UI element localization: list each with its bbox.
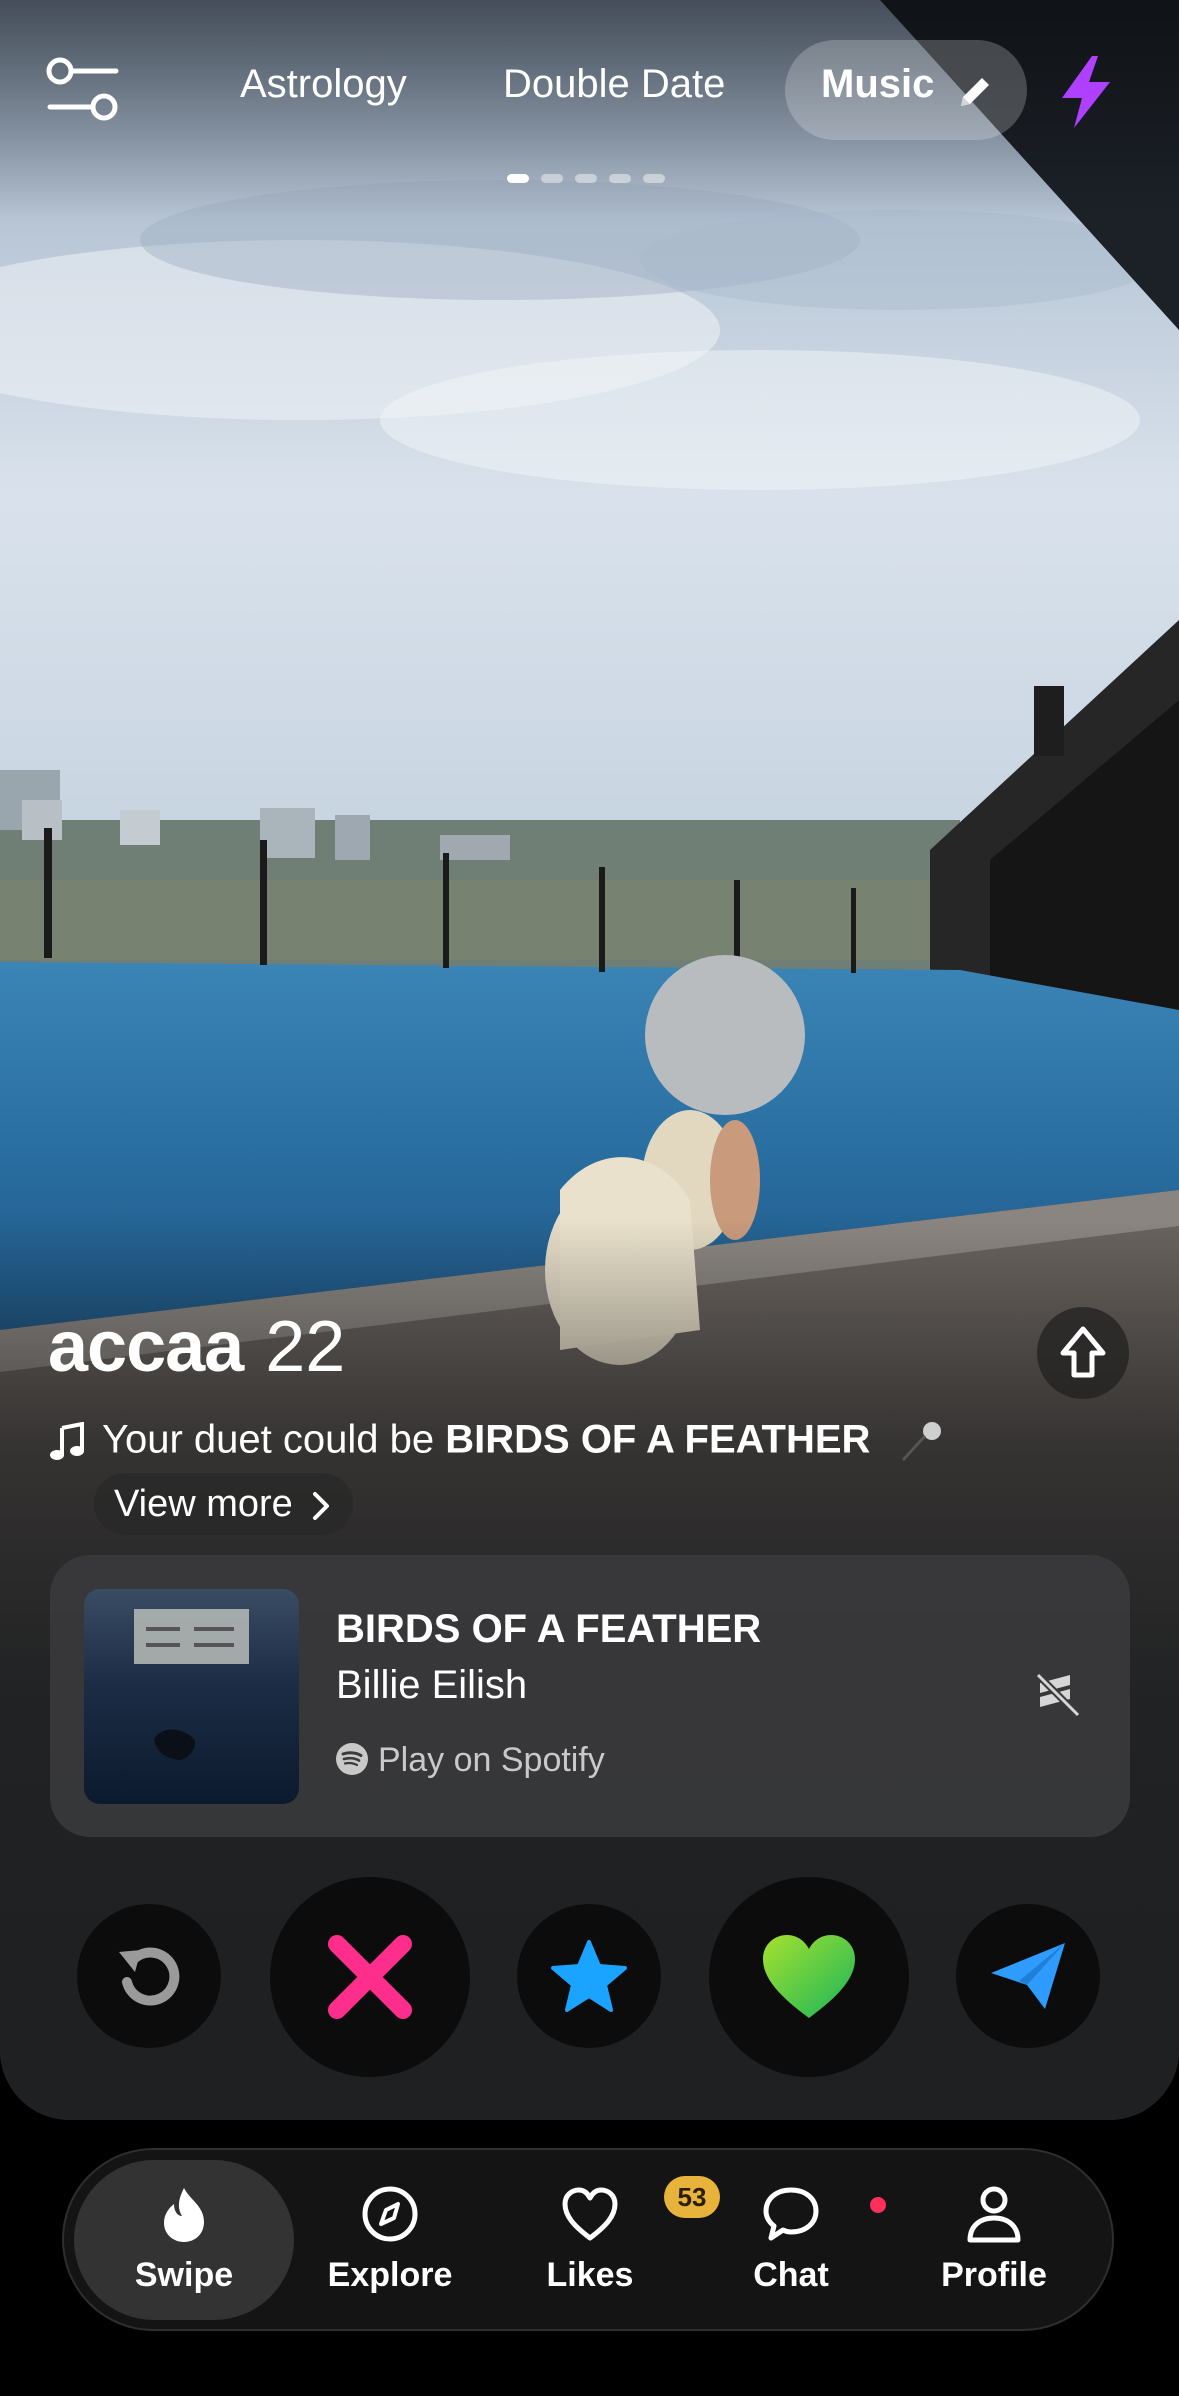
nav-profile-label: Profile [941, 2256, 1047, 2294]
music-note-icon [50, 1422, 84, 1460]
star-icon [551, 1940, 627, 2012]
nav-chat[interactable]: Chat [691, 2150, 891, 2333]
album-art [84, 1589, 299, 1804]
duet-song: BIRDS OF A FEATHER [445, 1417, 871, 1462]
arrow-up-icon [1060, 1326, 1106, 1378]
chevron-right-icon [312, 1491, 329, 1520]
song-title: BIRDS OF A FEATHER [336, 1607, 762, 1651]
nav-explore-label: Explore [327, 2256, 453, 2294]
tab-music-label: Music [821, 62, 935, 106]
view-more-button[interactable]: View more [94, 1473, 353, 1535]
spotify-label: Play on Spotify [378, 1741, 605, 1779]
tab-double-date[interactable]: Double Date [503, 62, 725, 107]
rewind-button[interactable] [77, 1904, 221, 2048]
nav-profile[interactable]: Profile [894, 2150, 1094, 2333]
pager-dot [609, 174, 631, 183]
tab-music[interactable]: Music [785, 40, 1027, 140]
person-icon [967, 2186, 1021, 2243]
super-like-button[interactable] [517, 1904, 661, 2048]
pager-dot-active [507, 174, 529, 183]
paper-plane-icon [991, 1943, 1065, 2009]
flame-icon [164, 2188, 204, 2242]
nav-explore[interactable]: Explore [290, 2150, 490, 2333]
filter-button[interactable] [44, 54, 124, 126]
nav-swipe[interactable]: Swipe [74, 2160, 294, 2320]
profile-card[interactable]: Astrology Double Date Music accaa 22 You… [0, 0, 1179, 2120]
bottom-nav: Swipe Explore Likes 53 Chat Profile [62, 2148, 1114, 2331]
play-on-spotify-link[interactable]: Play on Spotify [336, 1741, 605, 1785]
song-artist: Billie Eilish [336, 1663, 528, 1707]
heart-outline-icon [562, 2187, 618, 2241]
pager-dot [541, 174, 563, 183]
nav-chat-label: Chat [753, 2256, 829, 2294]
rewind-icon [119, 1947, 180, 2006]
nav-likes[interactable]: Likes [490, 2150, 690, 2333]
lightning-bolt-icon [1062, 56, 1110, 128]
expand-profile-button[interactable] [1037, 1307, 1129, 1399]
chat-bubble-icon [763, 2187, 819, 2241]
chat-notification-dot [867, 2194, 889, 2216]
like-button[interactable] [709, 1877, 909, 2077]
sliders-icon [46, 57, 119, 121]
nav-likes-label: Likes [546, 2256, 634, 2294]
boost-button[interactable] [1056, 54, 1116, 130]
mute-button[interactable] [1030, 1665, 1090, 1725]
x-icon [328, 1935, 412, 2019]
nope-button[interactable] [270, 1877, 470, 2077]
microphone-icon [901, 1422, 941, 1461]
heart-icon [763, 1935, 855, 2018]
profile-name-row: accaa 22 [48, 1306, 345, 1396]
nav-swipe-label: Swipe [134, 2256, 234, 2294]
spotify-icon [336, 1743, 368, 1776]
song-card[interactable]: BIRDS OF A FEATHER Billie Eilish Play on… [50, 1555, 1130, 1837]
duet-prefix: Your duet could be [102, 1417, 446, 1462]
pencil-icon [961, 78, 989, 106]
top-bar: Astrology Double Date Music [0, 40, 1179, 140]
view-more-label: View more [114, 1483, 293, 1525]
duet-line: Your duet could be BIRDS OF A FEATHER [48, 1417, 946, 1469]
tab-astrology[interactable]: Astrology [240, 62, 407, 107]
profile-age: 22 [265, 1307, 346, 1387]
sound-off-icon [1035, 1672, 1081, 1718]
send-message-button[interactable] [956, 1904, 1100, 2048]
pager-dot [643, 174, 665, 183]
compass-icon [362, 2186, 418, 2242]
pager-dot [575, 174, 597, 183]
profile-name: accaa [48, 1307, 244, 1387]
